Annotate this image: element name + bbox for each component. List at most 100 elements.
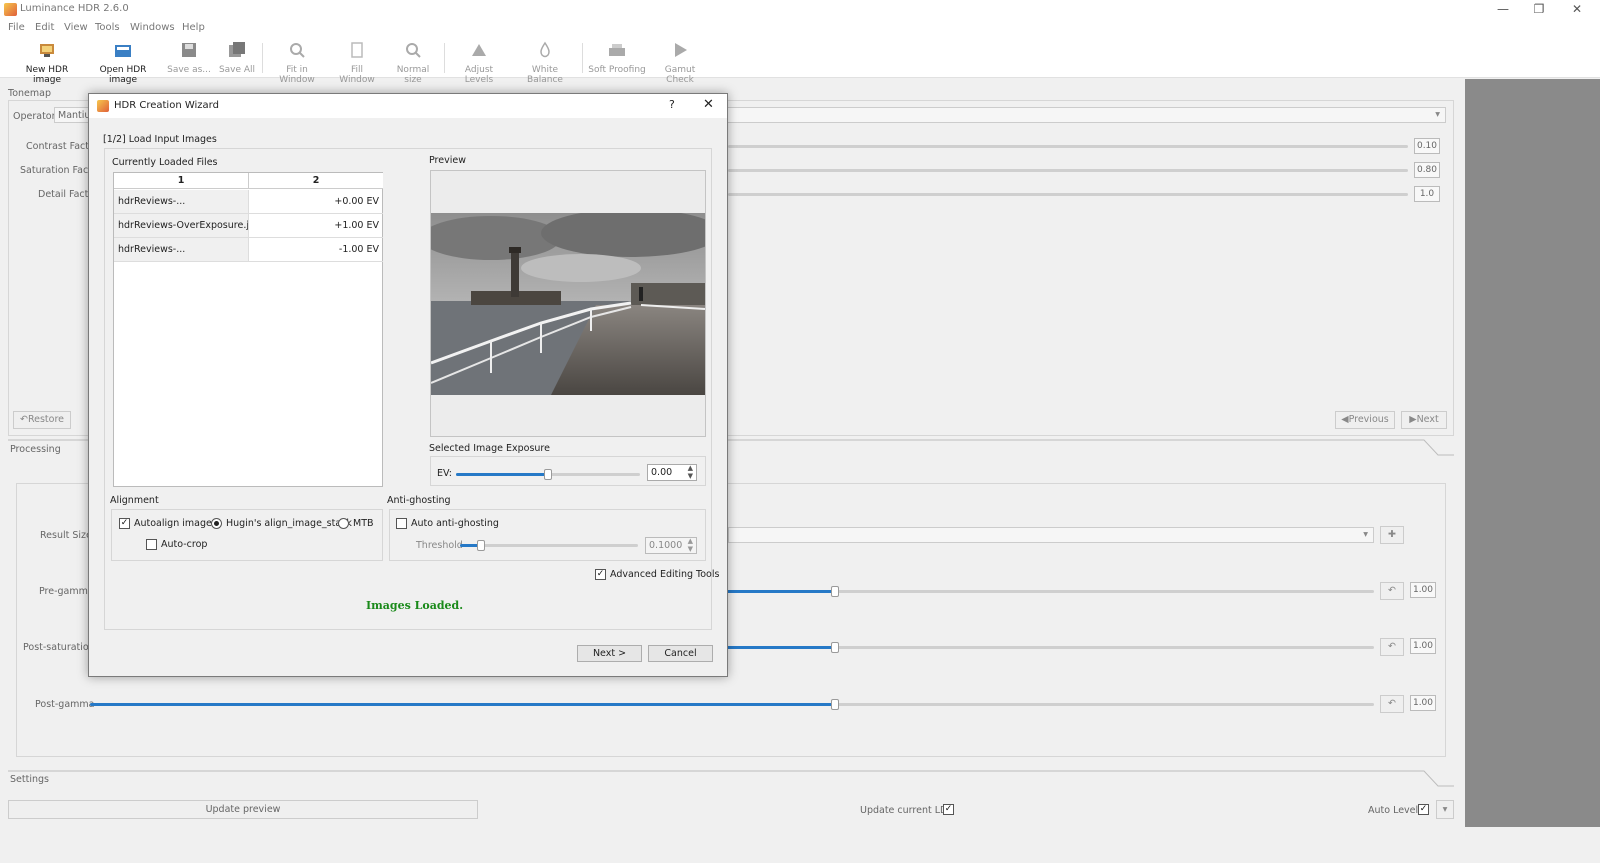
next-button[interactable]: Next > bbox=[577, 645, 642, 662]
close-window-button[interactable]: ✕ bbox=[1562, 1, 1592, 18]
spin-arrows-icon[interactable]: ▲ ▼ bbox=[688, 464, 693, 480]
column-header-2[interactable]: 2 bbox=[249, 173, 383, 189]
mtb-radio[interactable] bbox=[338, 518, 349, 529]
update-preview-button[interactable]: Update preview bbox=[8, 800, 478, 819]
detail-value[interactable]: 1.0 bbox=[1414, 186, 1440, 202]
save-as-button[interactable]: Save as... bbox=[166, 41, 212, 75]
auto-antighosting-label: Auto anti-ghosting bbox=[411, 518, 499, 529]
file-name-cell[interactable]: hdrReviews-... bbox=[114, 238, 249, 262]
open-hdr-button[interactable]: Open HDR image bbox=[88, 41, 158, 85]
add-size-button[interactable]: ✚ bbox=[1380, 526, 1404, 544]
result-size-combo[interactable]: ▾ bbox=[728, 527, 1374, 543]
threshold-spinbox[interactable]: 0.1000 ▲ ▼ bbox=[645, 537, 697, 554]
pre-gamma-handle[interactable] bbox=[830, 586, 839, 597]
settings-divider bbox=[8, 770, 1454, 787]
adjust-levels-button[interactable]: Adjust Levels bbox=[450, 41, 508, 85]
fill-window-button[interactable]: Fill Window bbox=[332, 41, 382, 85]
spin-arrows-icon[interactable]: ▲ ▼ bbox=[688, 537, 693, 553]
new-hdr-icon bbox=[40, 44, 54, 57]
autoalign-checkbox[interactable]: ✓ bbox=[119, 518, 130, 529]
next-preset-button[interactable]: ▶Next bbox=[1401, 411, 1447, 429]
next-arrow-icon: ▶ bbox=[1409, 414, 1417, 425]
zoom-normal-icon bbox=[406, 43, 421, 58]
pre-gamma-value[interactable]: 1.00 bbox=[1410, 582, 1436, 598]
soft-proofing-button[interactable]: Soft Proofing bbox=[588, 41, 646, 75]
reset-icon: ↶ bbox=[1388, 698, 1396, 709]
threshold-handle[interactable] bbox=[477, 540, 486, 551]
saturation-value[interactable]: 0.80 bbox=[1414, 162, 1440, 178]
menu-windows[interactable]: Windows bbox=[130, 22, 175, 33]
minimize-button[interactable]: — bbox=[1488, 1, 1518, 18]
toolbar-separator bbox=[262, 43, 263, 73]
file-name-cell[interactable]: hdrReviews-... bbox=[114, 190, 249, 214]
previous-button[interactable]: ◀Previous bbox=[1335, 411, 1395, 429]
ev-slider-fill bbox=[456, 473, 548, 476]
save-all-button[interactable]: Save All bbox=[218, 41, 256, 75]
save-icon bbox=[182, 43, 196, 57]
contrast-value[interactable]: 0.10 bbox=[1414, 138, 1440, 154]
toolbar-separator bbox=[582, 43, 583, 73]
ev-label: EV: bbox=[437, 468, 452, 479]
menu-edit[interactable]: Edit bbox=[35, 22, 54, 33]
auto-antighosting-checkbox[interactable] bbox=[396, 518, 407, 529]
new-hdr-button[interactable]: New HDR image bbox=[14, 41, 80, 85]
threshold-slider[interactable] bbox=[460, 544, 638, 547]
post-saturation-value[interactable]: 1.00 bbox=[1410, 638, 1436, 654]
menu-help[interactable]: Help bbox=[182, 22, 205, 33]
menu-file[interactable]: File bbox=[8, 22, 25, 33]
cancel-button[interactable]: Cancel bbox=[648, 645, 713, 662]
preview-label: Preview bbox=[429, 155, 466, 166]
ev-slider-handle[interactable] bbox=[544, 469, 552, 480]
column-header-1[interactable]: 1 bbox=[114, 173, 249, 189]
autocrop-checkbox[interactable] bbox=[146, 539, 157, 550]
plus-icon: ✚ bbox=[1388, 529, 1396, 540]
help-button[interactable]: ? bbox=[669, 98, 675, 111]
file-ev-cell[interactable]: +0.00 EV bbox=[249, 190, 383, 214]
file-ev-cell[interactable]: -1.00 EV bbox=[249, 238, 383, 262]
wizard-step-label: [1/2] Load Input Images bbox=[103, 134, 217, 145]
previous-arrow-icon: ◀ bbox=[1341, 414, 1349, 425]
fit-window-button[interactable]: Fit in Window bbox=[268, 41, 326, 85]
wizard-app-icon bbox=[97, 100, 109, 112]
reset-icon: ↶ bbox=[1388, 641, 1396, 652]
restore-button[interactable]: ↶Restore bbox=[13, 411, 71, 429]
fill-window-icon bbox=[351, 42, 363, 58]
reset-post-gamma-button[interactable]: ↶ bbox=[1380, 695, 1404, 713]
update-current-ldr-checkbox[interactable]: ✓ bbox=[943, 804, 954, 815]
file-name-cell[interactable]: hdrReviews-OverExposure.jpg bbox=[114, 214, 249, 238]
reset-pre-gamma-button[interactable]: ↶ bbox=[1380, 582, 1404, 600]
restore-icon: ↶ bbox=[19, 414, 28, 425]
contrast-slider[interactable] bbox=[728, 145, 1408, 148]
reset-post-saturation-button[interactable]: ↶ bbox=[1380, 638, 1404, 656]
autoalign-label: Autoalign images bbox=[134, 518, 217, 529]
detail-slider[interactable] bbox=[728, 193, 1408, 196]
antighosting-label: Anti-ghosting bbox=[387, 495, 451, 506]
ev-spinbox[interactable]: 0.00 ▲ ▼ bbox=[647, 464, 697, 481]
menu-view[interactable]: View bbox=[64, 22, 88, 33]
pre-gamma-label: Pre-gamma bbox=[39, 586, 94, 597]
menu-tools[interactable]: Tools bbox=[95, 22, 120, 33]
hugin-radio[interactable] bbox=[211, 518, 222, 529]
levels-icon bbox=[472, 44, 486, 56]
update-current-ldr-label: Update current LDR bbox=[860, 805, 954, 816]
normal-size-button[interactable]: Normal size bbox=[388, 41, 438, 85]
saturation-slider[interactable] bbox=[728, 169, 1408, 172]
post-gamma-value[interactable]: 1.00 bbox=[1410, 695, 1436, 711]
white-balance-button[interactable]: White Balance bbox=[514, 41, 576, 85]
auto-levels-menu-button[interactable]: ▾ bbox=[1436, 800, 1454, 819]
mtb-label: MTB bbox=[353, 518, 374, 529]
open-hdr-icon bbox=[115, 45, 131, 57]
post-saturation-handle[interactable] bbox=[830, 642, 839, 653]
title-bar: Luminance HDR 2.6.0 — ❐ ✕ bbox=[0, 0, 1600, 20]
autocrop-label: Auto-crop bbox=[161, 539, 208, 550]
post-gamma-fill bbox=[90, 703, 835, 706]
maximize-button[interactable]: ❐ bbox=[1524, 1, 1554, 18]
post-gamma-handle[interactable] bbox=[830, 699, 839, 710]
auto-levels-checkbox[interactable]: ✓ bbox=[1418, 804, 1429, 815]
hugin-label: Hugin's align_image_stack bbox=[226, 518, 352, 529]
advanced-tools-checkbox[interactable]: ✓ bbox=[595, 569, 606, 580]
threshold-label: Threshold bbox=[416, 540, 463, 551]
close-dialog-button[interactable]: ✕ bbox=[703, 97, 714, 112]
file-ev-cell[interactable]: +1.00 EV bbox=[249, 214, 383, 238]
gamut-check-button[interactable]: Gamut Check bbox=[652, 41, 708, 85]
